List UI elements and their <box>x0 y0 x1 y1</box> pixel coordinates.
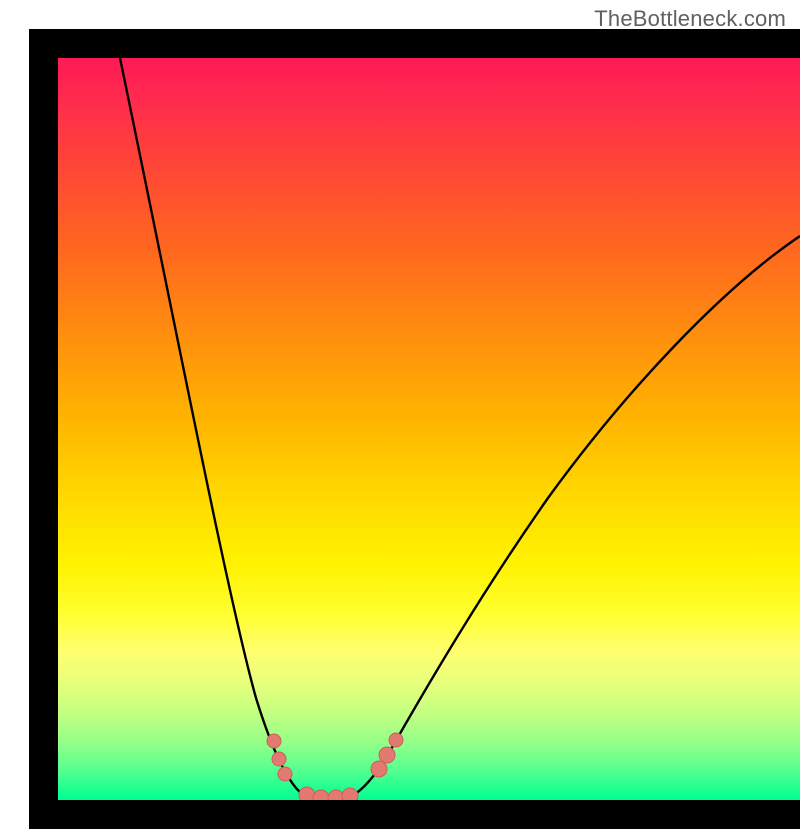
data-marker <box>272 752 286 766</box>
chart-frame <box>29 29 800 829</box>
watermark-text: TheBottleneck.com <box>594 6 786 32</box>
data-marker <box>342 788 358 800</box>
plot-area <box>58 58 800 800</box>
data-marker <box>267 734 281 748</box>
curve-right-branch <box>348 236 800 798</box>
data-marker <box>278 767 292 781</box>
data-marker <box>379 747 395 763</box>
data-marker <box>389 733 403 747</box>
curve-layer <box>58 58 800 800</box>
curve-left-branch <box>120 58 313 798</box>
data-marker <box>313 790 329 800</box>
data-marker <box>371 761 387 777</box>
